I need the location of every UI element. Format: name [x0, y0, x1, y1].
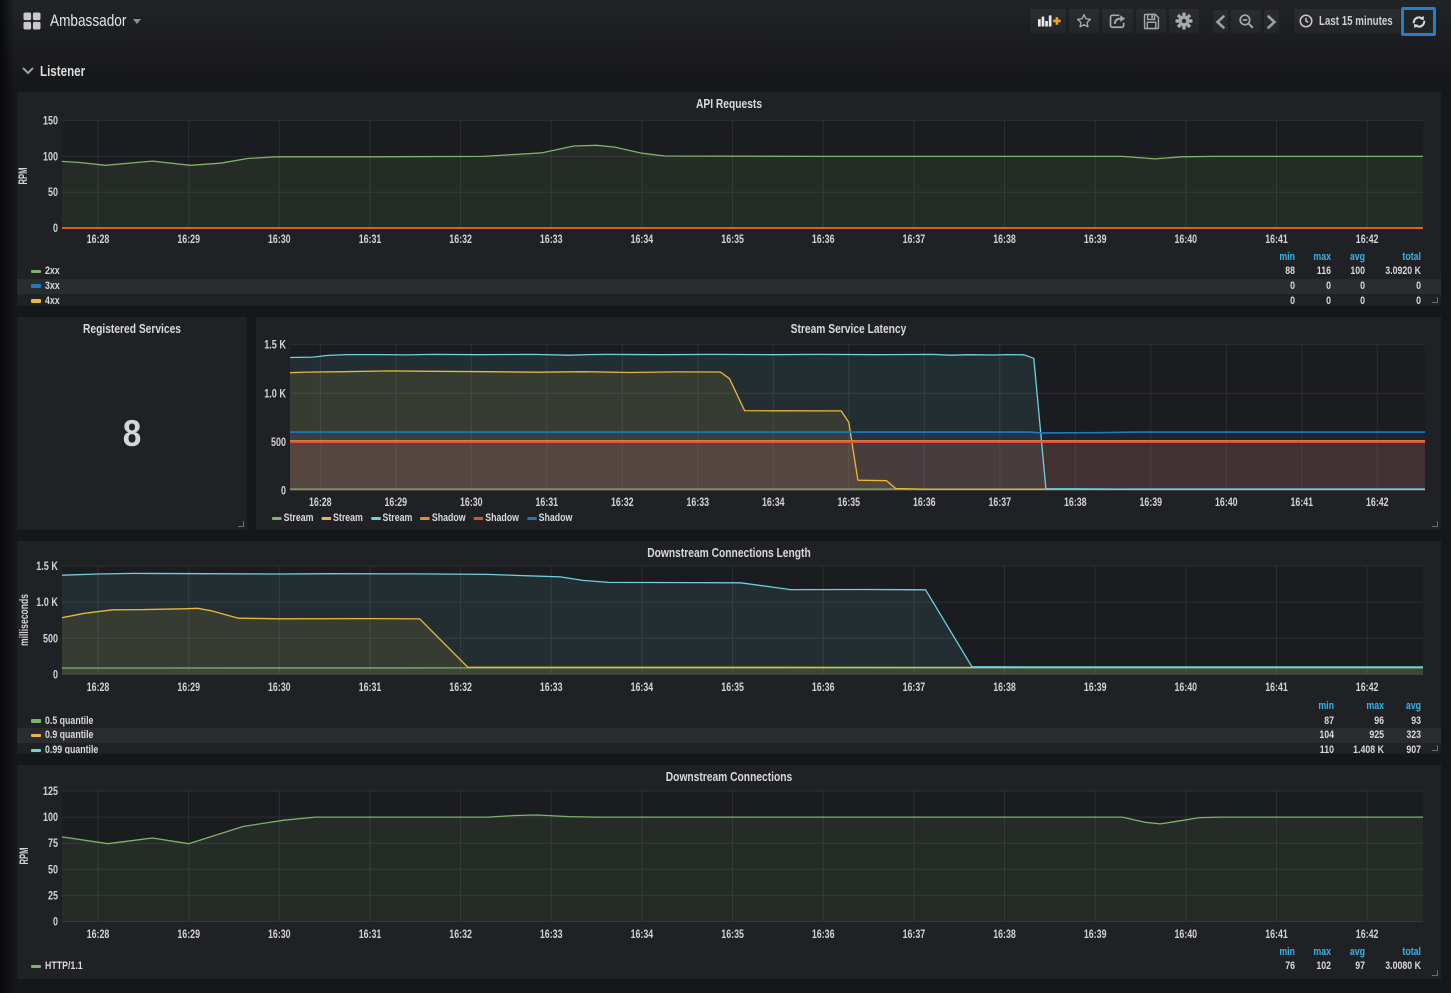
svg-text:16:29: 16:29 [177, 927, 200, 941]
svg-text:500: 500 [43, 631, 58, 645]
svg-text:16:28: 16:28 [87, 232, 110, 246]
svg-text:16:41: 16:41 [1265, 927, 1288, 941]
svg-text:16:31: 16:31 [536, 495, 559, 509]
svg-text:16:31: 16:31 [359, 927, 382, 941]
svg-text:16:37: 16:37 [903, 232, 926, 246]
svg-text:16:33: 16:33 [540, 927, 563, 941]
svg-text:16:39: 16:39 [1084, 927, 1107, 941]
svg-text:16:34: 16:34 [762, 495, 785, 509]
svg-text:16:42: 16:42 [1356, 680, 1379, 694]
svg-text:16:41: 16:41 [1265, 680, 1288, 694]
svg-text:RPM: RPM [17, 168, 30, 185]
svg-text:16:36: 16:36 [812, 680, 835, 694]
svg-text:16:28: 16:28 [87, 680, 110, 694]
svg-text:500: 500 [271, 435, 286, 449]
svg-text:16:36: 16:36 [812, 927, 835, 941]
svg-text:16:38: 16:38 [1064, 495, 1087, 509]
svg-text:25: 25 [48, 888, 58, 902]
svg-text:0: 0 [53, 221, 58, 235]
svg-text:16:38: 16:38 [993, 680, 1016, 694]
svg-text:16:34: 16:34 [631, 232, 654, 246]
svg-text:16:40: 16:40 [1175, 232, 1198, 246]
svg-text:16:29: 16:29 [177, 232, 200, 246]
svg-text:16:37: 16:37 [989, 495, 1012, 509]
svg-text:16:37: 16:37 [903, 680, 926, 694]
svg-text:16:35: 16:35 [721, 232, 744, 246]
svg-text:16:42: 16:42 [1356, 232, 1379, 246]
svg-text:16:35: 16:35 [721, 680, 744, 694]
svg-text:16:40: 16:40 [1175, 680, 1198, 694]
svg-text:16:41: 16:41 [1291, 495, 1314, 509]
svg-text:100: 100 [43, 810, 58, 824]
svg-text:16:32: 16:32 [449, 927, 472, 941]
svg-text:16:28: 16:28 [309, 495, 332, 509]
svg-text:50: 50 [48, 862, 58, 876]
svg-text:16:35: 16:35 [721, 927, 744, 941]
svg-text:75: 75 [48, 836, 58, 850]
svg-text:16:34: 16:34 [631, 927, 654, 941]
svg-text:16:29: 16:29 [177, 680, 200, 694]
svg-text:1.0 K: 1.0 K [264, 386, 286, 400]
svg-text:0: 0 [53, 915, 58, 929]
svg-text:0: 0 [53, 668, 58, 682]
svg-text:16:39: 16:39 [1084, 680, 1107, 694]
svg-text:16:33: 16:33 [540, 232, 563, 246]
svg-text:16:40: 16:40 [1215, 495, 1238, 509]
svg-text:1.5 K: 1.5 K [36, 559, 58, 573]
svg-text:16:32: 16:32 [449, 680, 472, 694]
svg-text:1.0 K: 1.0 K [36, 595, 58, 609]
svg-text:100: 100 [43, 149, 58, 163]
svg-text:16:38: 16:38 [993, 232, 1016, 246]
svg-text:16:37: 16:37 [903, 927, 926, 941]
svg-text:16:33: 16:33 [540, 680, 563, 694]
svg-text:125: 125 [43, 784, 58, 798]
svg-text:0: 0 [281, 483, 286, 497]
svg-text:150: 150 [43, 114, 58, 128]
svg-text:16:30: 16:30 [268, 232, 291, 246]
svg-text:16:30: 16:30 [268, 680, 291, 694]
svg-text:16:30: 16:30 [268, 927, 291, 941]
svg-text:16:29: 16:29 [385, 495, 408, 509]
svg-text:16:39: 16:39 [1140, 495, 1163, 509]
svg-text:16:40: 16:40 [1175, 927, 1198, 941]
svg-text:16:35: 16:35 [838, 495, 861, 509]
svg-text:milliseconds: milliseconds [17, 594, 31, 646]
svg-text:16:31: 16:31 [359, 232, 382, 246]
svg-text:16:33: 16:33 [687, 495, 710, 509]
svg-text:16:32: 16:32 [611, 495, 634, 509]
svg-text:16:36: 16:36 [812, 232, 835, 246]
svg-text:16:41: 16:41 [1265, 232, 1288, 246]
svg-text:RPM: RPM [17, 848, 31, 865]
svg-text:16:30: 16:30 [460, 495, 483, 509]
svg-text:16:36: 16:36 [913, 495, 936, 509]
svg-text:16:38: 16:38 [993, 927, 1016, 941]
svg-text:16:28: 16:28 [87, 927, 110, 941]
svg-text:1.5 K: 1.5 K [264, 338, 286, 352]
svg-text:16:34: 16:34 [631, 680, 654, 694]
svg-text:16:42: 16:42 [1356, 927, 1379, 941]
svg-text:50: 50 [48, 185, 58, 199]
svg-text:16:39: 16:39 [1084, 232, 1107, 246]
svg-text:16:31: 16:31 [359, 680, 382, 694]
svg-text:16:32: 16:32 [449, 232, 472, 246]
svg-text:16:42: 16:42 [1366, 495, 1389, 509]
